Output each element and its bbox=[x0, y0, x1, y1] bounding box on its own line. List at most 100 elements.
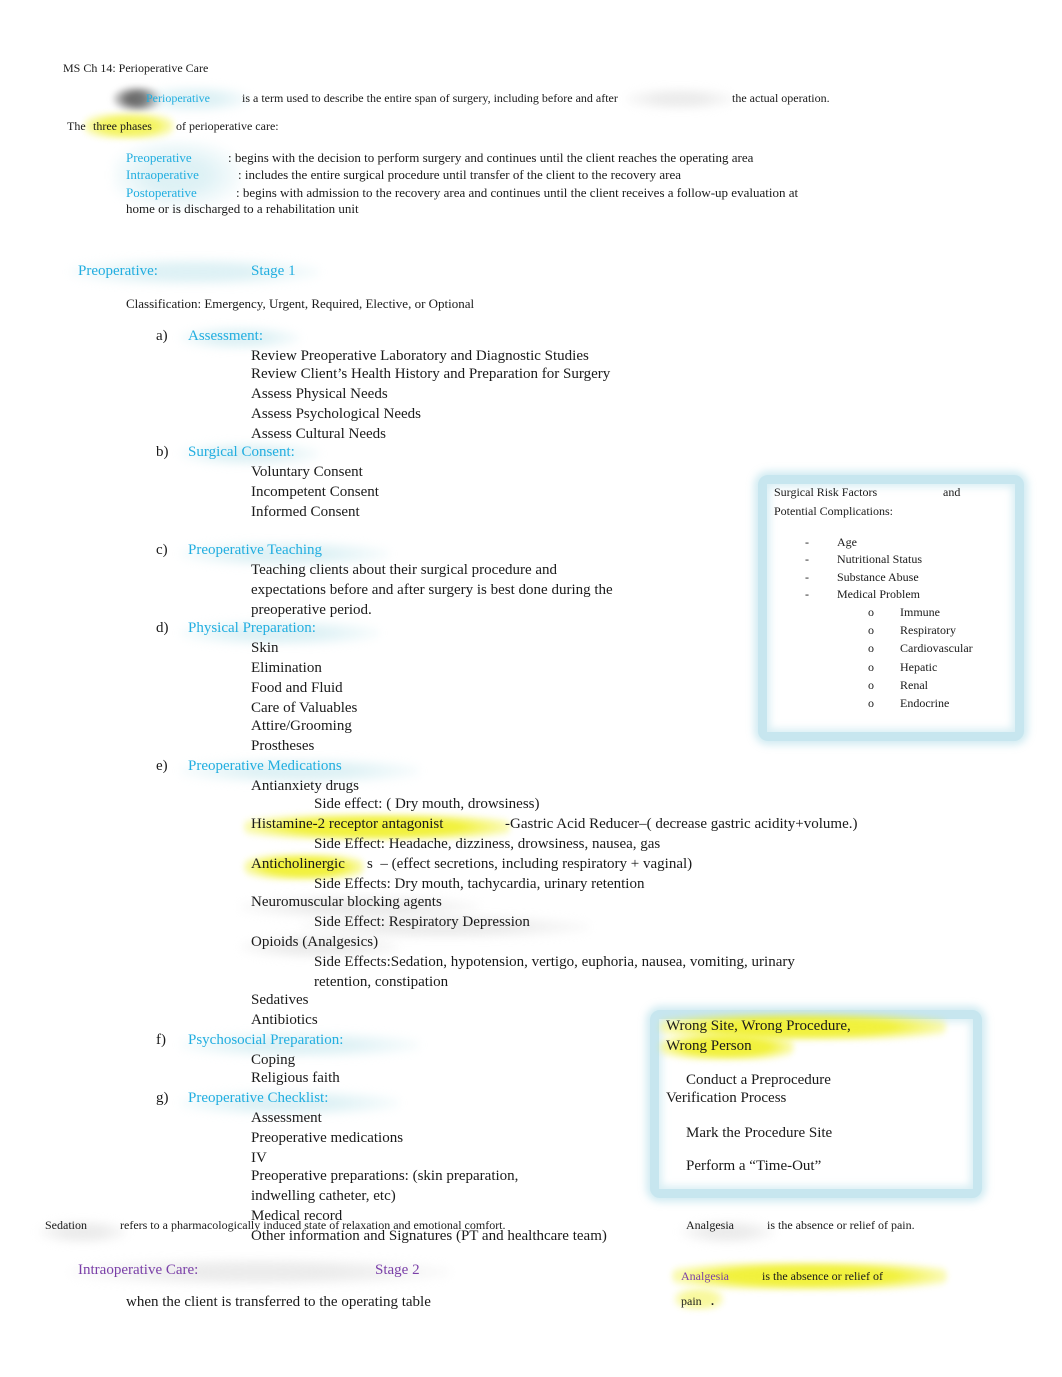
med-name: Histamine-2 receptor antagonist bbox=[251, 816, 444, 832]
list-item: Prostheses bbox=[251, 738, 315, 754]
medical-problem: Immune bbox=[900, 605, 940, 619]
section-title-checklist: Preoperative Checklist: bbox=[188, 1090, 329, 1106]
risk-factor: Age bbox=[837, 535, 857, 549]
risk-factor: Substance Abuse bbox=[837, 570, 919, 584]
list-item: Review Client’s Health History and Prepa… bbox=[251, 366, 611, 382]
list-item: Assess Psychological Needs bbox=[251, 406, 421, 422]
analgesia-callout-term: Analgesia bbox=[681, 1269, 729, 1283]
list-item: Food and Fluid bbox=[251, 680, 343, 696]
list-item: Assessment bbox=[251, 1110, 322, 1126]
list-item: Voluntary Consent bbox=[251, 464, 363, 480]
med-side-effect: Side Effects:Sedation, hypotension, vert… bbox=[314, 954, 795, 970]
medical-problem: Renal bbox=[900, 678, 928, 692]
stage1-label: Stage 1 bbox=[251, 263, 296, 279]
analgesia-callout-cont: pain bbox=[681, 1294, 702, 1308]
med-side-effect-cont: retention, constipation bbox=[314, 974, 449, 990]
circle-bullet: o bbox=[868, 641, 874, 655]
list-item: Religious faith bbox=[251, 1070, 340, 1086]
med-name: Sedatives bbox=[251, 992, 309, 1008]
med-name: Anticholinergic bbox=[251, 856, 345, 872]
medical-problem: Hepatic bbox=[900, 660, 938, 674]
verification-item: Mark the Procedure Site bbox=[686, 1125, 833, 1141]
section-title-medications: Preoperative Medications bbox=[188, 758, 342, 774]
risk-factor: Medical Problem bbox=[837, 587, 920, 601]
med-name: Antibiotics bbox=[251, 1012, 318, 1028]
circle-bullet: o bbox=[868, 678, 874, 692]
dash-bullet: - bbox=[805, 570, 809, 584]
list-item-cont: indwelling catheter, etc) bbox=[251, 1188, 396, 1204]
medical-problem: Respiratory bbox=[900, 623, 956, 637]
section-marker: d) bbox=[156, 620, 169, 636]
wrong-site-title: Wrong Site, Wrong Procedure, bbox=[666, 1018, 851, 1034]
sedation-definition: refers to a pharmacologically induced st… bbox=[120, 1218, 506, 1232]
phases-tail: of perioperative care: bbox=[176, 119, 279, 133]
section-marker: g) bbox=[156, 1090, 169, 1106]
circle-bullet: o bbox=[868, 696, 874, 710]
med-name: Antianxiety drugs bbox=[251, 778, 359, 794]
stage2-label: Stage 2 bbox=[375, 1262, 420, 1278]
list-item-cont: preoperative period. bbox=[251, 602, 372, 618]
risk-box-title-cont: Potential Complications: bbox=[774, 504, 893, 518]
list-item: Teaching clients about their surgical pr… bbox=[251, 562, 558, 578]
phase-desc-cont: home or is discharged to a rehabilitatio… bbox=[126, 201, 359, 216]
circle-bullet: o bbox=[868, 605, 874, 619]
analgesia-callout-definition: is the absence or relief of bbox=[762, 1269, 883, 1283]
document-title: MS Ch 14: Perioperative Care bbox=[63, 61, 209, 75]
risk-factor: Nutritional Status bbox=[837, 552, 922, 566]
list-item: Assess Cultural Needs bbox=[251, 426, 386, 442]
list-item: Assess Physical Needs bbox=[251, 386, 388, 402]
redaction-blur bbox=[625, 88, 735, 110]
perioperative-definition: is a term used to describe the entire sp… bbox=[242, 91, 618, 105]
wrong-site-title-cont: Wrong Person bbox=[666, 1038, 752, 1054]
med-name: Opioids (Analgesics) bbox=[251, 934, 379, 950]
section-marker: c) bbox=[156, 542, 168, 558]
stage2-description: when the client is transferred to the op… bbox=[126, 1294, 431, 1310]
medical-problem: Endocrine bbox=[900, 696, 950, 710]
dash-bullet: - bbox=[805, 587, 809, 601]
phase-term: Postoperative bbox=[126, 185, 197, 200]
section-title-teaching: Preoperative Teaching bbox=[188, 542, 323, 558]
analgesia-term: Analgesia bbox=[686, 1218, 734, 1232]
section-title-psychosocial: Psychosocial Preparation: bbox=[188, 1032, 344, 1048]
list-item: Care of Valuables bbox=[251, 700, 358, 716]
list-item-cont: expectations before and after surgery is… bbox=[251, 582, 613, 598]
med-note: -Gastric Acid Reducer–( decrease gastric… bbox=[505, 816, 858, 832]
med-side-effect: Side Effect: Respiratory Depression bbox=[314, 914, 530, 930]
section-marker: f) bbox=[156, 1032, 166, 1048]
med-note: s – (effect secretions, including respir… bbox=[367, 856, 693, 872]
risk-box-title: Surgical Risk Factors bbox=[774, 485, 878, 499]
list-item: Review Preoperative Laboratory and Diagn… bbox=[251, 348, 589, 364]
list-item: Attire/Grooming bbox=[251, 718, 352, 734]
list-item: Preoperative preparations: (skin prepara… bbox=[251, 1168, 519, 1184]
verification-item-cont: Verification Process bbox=[666, 1090, 787, 1106]
phase-term: Intraoperative bbox=[126, 167, 199, 182]
verification-item: Perform a “Time-Out” bbox=[686, 1158, 822, 1174]
dash-bullet: - bbox=[805, 552, 809, 566]
phases-highlight: three phases bbox=[93, 119, 152, 133]
circle-bullet: o bbox=[868, 623, 874, 637]
section-marker: a) bbox=[156, 328, 168, 344]
classification: Classification: Emergency, Urgent, Requi… bbox=[126, 296, 475, 311]
phases-lead: The bbox=[67, 119, 86, 133]
section-title-assessment: Assessment: bbox=[188, 328, 263, 344]
medical-problem: Cardiovascular bbox=[900, 641, 973, 655]
risk-box-title-and: and bbox=[943, 485, 961, 499]
list-item: Informed Consent bbox=[251, 504, 360, 520]
perioperative-term: Perioperative bbox=[146, 91, 210, 105]
section-title-physical: Physical Preparation: bbox=[188, 620, 316, 636]
circle-bullet: o bbox=[868, 660, 874, 674]
list-item: Incompetent Consent bbox=[251, 484, 379, 500]
list-item: Preoperative medications bbox=[251, 1130, 404, 1146]
phase-desc: : begins with admission to the recovery … bbox=[236, 185, 799, 200]
sedation-term: Sedation bbox=[45, 1218, 87, 1232]
phase-desc: : begins with the decision to perform su… bbox=[228, 150, 754, 165]
list-item: IV bbox=[251, 1150, 267, 1166]
med-side-effect: Side Effects: Dry mouth, tachycardia, ur… bbox=[314, 876, 645, 892]
section-marker: b) bbox=[156, 444, 169, 460]
section-title-consent: Surgical Consent: bbox=[188, 444, 295, 460]
verification-item: Conduct a Preprocedure bbox=[686, 1072, 831, 1088]
med-side-effect: Side Effect: Headache, dizziness, drowsi… bbox=[314, 836, 661, 852]
perioperative-definition-end: the actual operation. bbox=[732, 91, 830, 105]
med-name: Neuromuscular blocking agents bbox=[251, 894, 442, 910]
section-marker: e) bbox=[156, 758, 168, 774]
